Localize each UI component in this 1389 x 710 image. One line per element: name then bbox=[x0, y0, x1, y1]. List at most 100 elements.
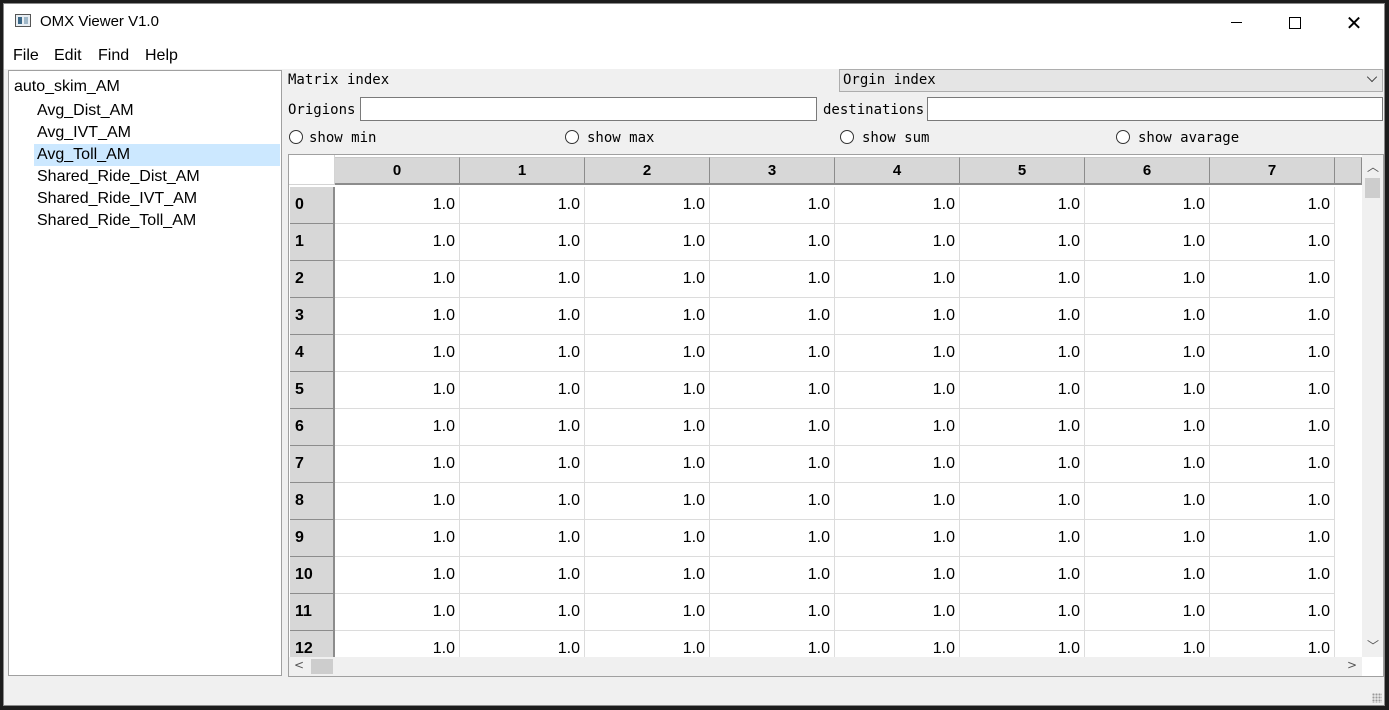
table-cell[interactable]: 1.0 bbox=[460, 409, 585, 446]
vertical-scrollbar[interactable]: ︿ ﹀ bbox=[1362, 155, 1383, 657]
table-cell[interactable]: 1.0 bbox=[1210, 594, 1335, 631]
table-cell[interactable]: 1.0 bbox=[460, 594, 585, 631]
table-cell[interactable]: 1.0 bbox=[710, 483, 835, 520]
tree-item[interactable]: Shared_Ride_IVT_AM bbox=[34, 188, 280, 210]
row-header[interactable]: 1 bbox=[290, 224, 335, 261]
table-cell[interactable]: 1.0 bbox=[335, 224, 460, 261]
table-cell[interactable]: 1.0 bbox=[960, 409, 1085, 446]
table-cell[interactable]: 1.0 bbox=[1085, 594, 1210, 631]
row-header[interactable]: 10 bbox=[290, 557, 335, 594]
table-cell[interactable]: 1.0 bbox=[960, 372, 1085, 409]
table-cell[interactable]: 1.0 bbox=[335, 483, 460, 520]
table-cell[interactable]: 1.0 bbox=[1085, 187, 1210, 224]
table-corner-button[interactable] bbox=[289, 155, 335, 185]
table-cell[interactable]: 1.0 bbox=[835, 409, 960, 446]
table-cell[interactable]: 1.0 bbox=[1085, 409, 1210, 446]
table-cell[interactable]: 1.0 bbox=[585, 483, 710, 520]
table-cell[interactable]: 1.0 bbox=[460, 372, 585, 409]
table-cell[interactable]: 1.0 bbox=[460, 298, 585, 335]
column-header-partial[interactable] bbox=[1335, 157, 1362, 185]
show-min-radio[interactable] bbox=[289, 130, 303, 144]
table-cell[interactable]: 1.0 bbox=[585, 520, 710, 557]
row-header[interactable]: 11 bbox=[290, 594, 335, 631]
column-header[interactable]: 5 bbox=[960, 157, 1085, 185]
table-cell[interactable]: 1.0 bbox=[960, 261, 1085, 298]
column-header[interactable]: 1 bbox=[460, 157, 585, 185]
table-cell[interactable]: 1.0 bbox=[1210, 557, 1335, 594]
table-cell[interactable]: 1.0 bbox=[960, 224, 1085, 261]
table-cell[interactable]: 1.0 bbox=[710, 261, 835, 298]
tree-item-selected[interactable]: Avg_Toll_AM bbox=[34, 144, 280, 166]
scroll-down-icon[interactable]: ﹀ bbox=[1367, 637, 1379, 654]
resize-grip-icon[interactable] bbox=[1372, 693, 1382, 703]
table-cell[interactable]: 1.0 bbox=[460, 224, 585, 261]
table-cell[interactable]: 1.0 bbox=[710, 224, 835, 261]
table-cell[interactable]: 1.0 bbox=[1085, 224, 1210, 261]
table-cell[interactable]: 1.0 bbox=[960, 187, 1085, 224]
row-header[interactable]: 0 bbox=[290, 187, 335, 224]
menu-help[interactable]: Help bbox=[145, 47, 178, 65]
column-header[interactable]: 0 bbox=[335, 157, 460, 185]
table-cell[interactable]: 1.0 bbox=[585, 261, 710, 298]
table-cell[interactable]: 1.0 bbox=[835, 446, 960, 483]
column-header[interactable]: 7 bbox=[1210, 157, 1335, 185]
table-cell[interactable]: 1.0 bbox=[835, 594, 960, 631]
table-cell[interactable]: 1.0 bbox=[710, 335, 835, 372]
table-cell[interactable]: 1.0 bbox=[335, 557, 460, 594]
horizontal-scrollbar[interactable]: < > bbox=[289, 657, 1362, 676]
table-cell[interactable]: 1.0 bbox=[585, 335, 710, 372]
table-cell[interactable]: 1.0 bbox=[835, 224, 960, 261]
table-cell[interactable]: 1.0 bbox=[460, 261, 585, 298]
table-cell[interactable]: 1.0 bbox=[710, 409, 835, 446]
table-cell[interactable]: 1.0 bbox=[585, 298, 710, 335]
table-cell[interactable]: 1.0 bbox=[1085, 446, 1210, 483]
row-header[interactable]: 2 bbox=[290, 261, 335, 298]
table-cell[interactable]: 1.0 bbox=[1210, 409, 1335, 446]
origins-input[interactable] bbox=[360, 97, 817, 121]
table-cell[interactable]: 1.0 bbox=[585, 409, 710, 446]
tree-item[interactable]: Shared_Ride_Toll_AM bbox=[34, 210, 280, 232]
show-sum-radio[interactable] bbox=[840, 130, 854, 144]
column-header[interactable]: 6 bbox=[1085, 157, 1210, 185]
table-cell[interactable]: 1.0 bbox=[835, 372, 960, 409]
table-cell[interactable]: 1.0 bbox=[335, 409, 460, 446]
table-cell[interactable]: 1.0 bbox=[335, 446, 460, 483]
table-cell[interactable]: 1.0 bbox=[1210, 187, 1335, 224]
table-cell[interactable]: 1.0 bbox=[710, 372, 835, 409]
table-cell[interactable]: 1.0 bbox=[1210, 335, 1335, 372]
table-cell[interactable]: 1.0 bbox=[585, 372, 710, 409]
table-cell[interactable]: 1.0 bbox=[1210, 298, 1335, 335]
table-cell[interactable]: 1.0 bbox=[585, 187, 710, 224]
row-header[interactable]: 3 bbox=[290, 298, 335, 335]
table-cell[interactable]: 1.0 bbox=[1085, 298, 1210, 335]
table-cell[interactable]: 1.0 bbox=[1210, 261, 1335, 298]
show-max-radio[interactable] bbox=[565, 130, 579, 144]
horizontal-scroll-thumb[interactable] bbox=[311, 659, 333, 674]
table-cell[interactable]: 1.0 bbox=[960, 520, 1085, 557]
tree-item[interactable]: Avg_IVT_AM bbox=[34, 122, 280, 144]
table-cell[interactable]: 1.0 bbox=[335, 335, 460, 372]
table-cell[interactable]: 1.0 bbox=[960, 298, 1085, 335]
show-average-radio[interactable] bbox=[1116, 130, 1130, 144]
tree-root-item[interactable]: auto_skim_AM bbox=[14, 78, 120, 96]
vertical-scroll-thumb[interactable] bbox=[1365, 178, 1380, 198]
table-cell[interactable]: 1.0 bbox=[1085, 372, 1210, 409]
table-cell[interactable]: 1.0 bbox=[335, 594, 460, 631]
table-cell[interactable]: 1.0 bbox=[1085, 483, 1210, 520]
table-cell[interactable]: 1.0 bbox=[460, 483, 585, 520]
table-cell[interactable]: 1.0 bbox=[960, 446, 1085, 483]
table-cell[interactable]: 1.0 bbox=[460, 557, 585, 594]
table-cell[interactable]: 1.0 bbox=[710, 187, 835, 224]
table-cell[interactable]: 1.0 bbox=[335, 372, 460, 409]
table-cell[interactable]: 1.0 bbox=[835, 298, 960, 335]
maximize-button[interactable] bbox=[1266, 4, 1324, 41]
table-cell[interactable]: 1.0 bbox=[460, 446, 585, 483]
table-cell[interactable]: 1.0 bbox=[835, 187, 960, 224]
scroll-left-icon[interactable]: < bbox=[294, 658, 304, 672]
table-cell[interactable]: 1.0 bbox=[835, 261, 960, 298]
menu-file[interactable]: File bbox=[13, 47, 39, 65]
row-header[interactable]: 7 bbox=[290, 446, 335, 483]
table-cell[interactable]: 1.0 bbox=[1210, 446, 1335, 483]
table-cell[interactable]: 1.0 bbox=[710, 520, 835, 557]
table-cell[interactable]: 1.0 bbox=[335, 520, 460, 557]
